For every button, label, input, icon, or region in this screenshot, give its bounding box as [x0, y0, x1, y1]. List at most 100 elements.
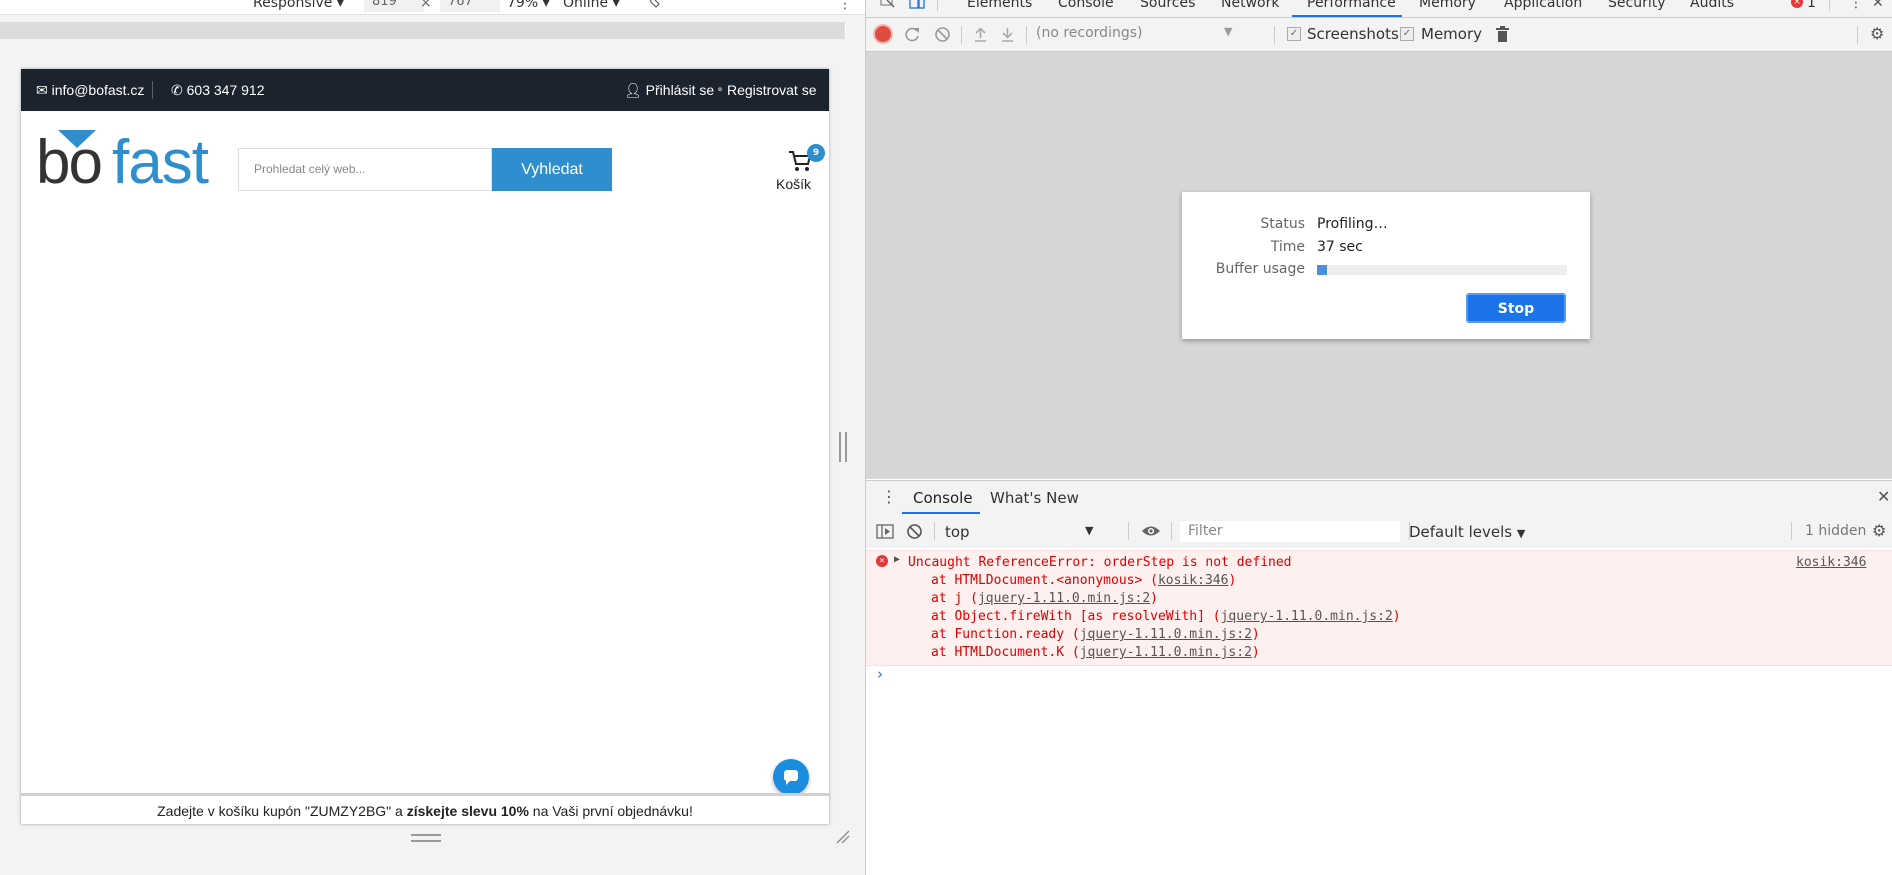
email-text: info@bofast.cz — [51, 82, 145, 98]
screenshots-label: Screenshots — [1307, 25, 1399, 43]
memory-label: Memory — [1421, 25, 1483, 43]
close-devtools-icon[interactable]: ✕ — [1872, 0, 1884, 11]
performance-canvas: Status Profiling… Time 37 sec Buffer usa… — [866, 52, 1892, 479]
buffer-usage-label: Buffer usage — [1215, 261, 1305, 277]
drawer-active-indicator — [902, 512, 980, 514]
tab-elements[interactable]: Elements — [967, 0, 1032, 11]
stack-frame-text: at Object.fireWith [as resolveWith] ( — [931, 609, 1221, 624]
clear-icon[interactable] — [934, 26, 951, 43]
envelope-icon: ✉ — [36, 82, 48, 98]
stack-frame: at HTMLDocument.<anonymous> (kosik:346) — [931, 573, 1236, 588]
coupon-suffix: na Vaši první objednávku! — [528, 803, 693, 819]
network-throttle-select[interactable]: Online ▾ — [563, 0, 620, 11]
dimension-separator: × — [420, 0, 432, 11]
register-link[interactable]: Registrovat se — [727, 82, 816, 98]
log-levels-select[interactable]: Default levels ▼ — [1409, 523, 1525, 541]
error-source-link[interactable]: kosik:346 — [1796, 555, 1866, 570]
stack-frame-link[interactable]: kosik:346 — [1158, 573, 1228, 588]
media-query-bar[interactable] — [0, 22, 846, 39]
performance-toolbar: (no recordings) ▼ ✓ Screenshots ✓ Memory… — [866, 18, 1892, 52]
drawer-tab-whats-new[interactable]: What's New — [990, 489, 1079, 507]
tab-sources[interactable]: Sources — [1140, 0, 1195, 11]
stop-button[interactable]: Stop — [1466, 293, 1566, 323]
email-link[interactable]: ✉ info@bofast.cz — [36, 82, 144, 99]
screenshots-checkbox[interactable]: ✓ — [1287, 27, 1301, 41]
phone-link[interactable]: ✆ 603 347 912 — [171, 82, 264, 99]
bofast-logo[interactable]: bo fast — [36, 128, 216, 198]
tab-network[interactable]: Network — [1221, 0, 1279, 11]
stack-frame: at Object.fireWith [as resolveWith] (jqu… — [931, 609, 1401, 624]
error-count[interactable]: 1 — [1807, 0, 1816, 11]
console-settings-icon[interactable]: ⚙ — [1872, 521, 1886, 540]
console-prompt-icon[interactable]: › — [877, 665, 883, 683]
viewport-corner-resize-handle[interactable] — [836, 830, 850, 844]
console-filter-input[interactable]: Filter — [1180, 521, 1400, 542]
stack-frame-link[interactable]: jquery-1.11.0.min.js:2 — [1221, 609, 1393, 624]
device-toolbar: Responsive ▾ 819 × 767 79% ▾ Online ▾ ⋮ — [0, 0, 865, 15]
stack-frame-text: at HTMLDocument.<anonymous> ( — [931, 573, 1158, 588]
reload-record-icon[interactable] — [904, 26, 921, 43]
close-drawer-icon[interactable]: ✕ — [1877, 487, 1890, 506]
load-profile-icon[interactable] — [972, 26, 989, 43]
width-input[interactable]: 819 — [364, 0, 424, 12]
viewport-width-resize-handle[interactable] — [839, 432, 847, 462]
status-label: Status — [1260, 216, 1305, 232]
buffer-usage-bar — [1317, 265, 1567, 275]
console-sidebar-icon[interactable] — [876, 524, 894, 539]
search-button[interactable]: Vyhledat — [492, 148, 612, 191]
stack-frame-close: ) — [1392, 609, 1401, 624]
stack-frame-link[interactable]: jquery-1.11.0.min.js:2 — [978, 591, 1150, 606]
live-expression-eye-icon[interactable] — [1141, 524, 1161, 538]
device-select-label: Responsive — [253, 0, 333, 11]
active-tab-indicator — [1292, 15, 1402, 17]
chat-button[interactable] — [773, 759, 809, 795]
context-label: top — [945, 523, 970, 541]
drawer-tab-console[interactable]: Console — [913, 489, 973, 507]
memory-checkbox[interactable]: ✓ — [1400, 27, 1414, 41]
user-icon: 👤︎ — [624, 82, 642, 98]
trash-icon[interactable] — [1494, 26, 1511, 43]
login-text: Přihlásit se — [645, 82, 715, 98]
error-count-icon[interactable]: × — [1791, 0, 1803, 8]
stack-frame-close: ) — [1150, 591, 1158, 606]
stack-frame-link[interactable]: jquery-1.11.0.min.js:2 — [1080, 645, 1252, 660]
save-profile-icon[interactable] — [999, 26, 1016, 43]
stack-frame-text: at j ( — [931, 591, 978, 606]
height-input[interactable]: 767 — [440, 0, 500, 12]
stack-frame-text: at Function.ready ( — [931, 627, 1080, 642]
drawer-menu-icon[interactable]: ⋮ — [881, 487, 897, 506]
dropdown-arrow-icon: ▼ — [1224, 25, 1233, 38]
recordings-select[interactable]: (no recordings) ▼ — [1036, 25, 1236, 41]
topbar-divider — [152, 81, 153, 99]
more-options-icon[interactable]: ⋮ — [838, 0, 852, 12]
stack-frame: at HTMLDocument.K (jquery-1.11.0.min.js:… — [931, 645, 1260, 660]
rotate-icon[interactable] — [649, 0, 664, 8]
tab-security[interactable]: Security — [1608, 0, 1666, 11]
expand-triangle-icon[interactable]: ▶ — [894, 554, 900, 565]
context-dropdown-icon: ▼ — [1085, 524, 1094, 537]
login-link[interactable]: 👤︎ Přihlásit se — [624, 82, 714, 99]
device-toolbar-icon[interactable] — [909, 0, 925, 10]
cart-count-badge: 9 — [807, 144, 825, 162]
stack-frame-close: ) — [1251, 645, 1260, 660]
capture-settings-icon[interactable]: ⚙ — [1870, 24, 1887, 43]
stack-frame-link[interactable]: jquery-1.11.0.min.js:2 — [1080, 627, 1252, 642]
device-select[interactable]: Responsive ▾ — [253, 0, 344, 11]
devtools-menu-icon[interactable]: ⋮ — [1849, 0, 1863, 11]
context-select[interactable]: top ▼ — [945, 523, 1105, 541]
inspect-element-icon[interactable] — [880, 0, 896, 10]
tab-console[interactable]: Console — [1058, 0, 1114, 11]
site-search-input[interactable]: Prohledat celý web... — [238, 148, 492, 191]
viewport-height-resize-handle[interactable] — [411, 834, 441, 842]
levels-dropdown-icon: ▼ — [1516, 527, 1526, 540]
clear-console-icon[interactable] — [906, 523, 922, 539]
zoom-label: 79% — [507, 0, 539, 11]
logo-text-bo: bo — [36, 128, 103, 197]
tab-performance[interactable]: Performance — [1307, 0, 1396, 11]
tab-application[interactable]: Application — [1504, 0, 1582, 11]
record-icon[interactable] — [875, 26, 891, 42]
tab-memory[interactable]: Memory — [1419, 0, 1476, 11]
zoom-select[interactable]: 79% ▾ — [507, 0, 550, 11]
chat-bubble-icon — [784, 770, 798, 785]
tab-audits[interactable]: Audits — [1690, 0, 1734, 11]
